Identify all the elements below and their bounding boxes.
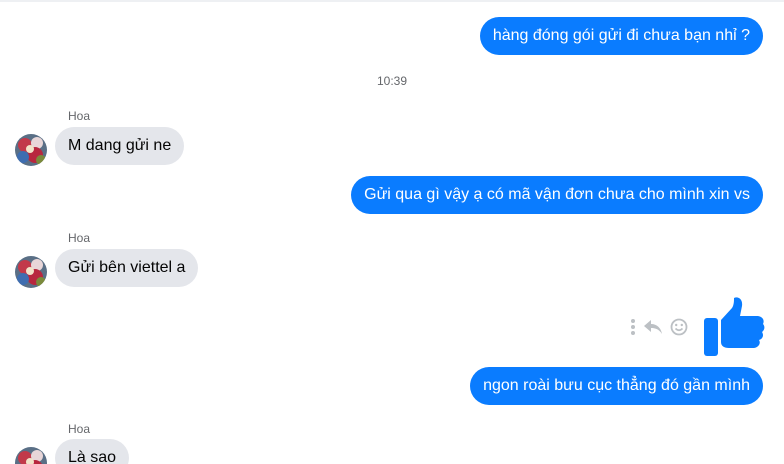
flower-avatar-image — [15, 134, 47, 166]
avatar[interactable] — [15, 134, 47, 166]
divider — [0, 0, 784, 2]
sender-name: Hoa — [68, 231, 91, 245]
message-bubble-outgoing[interactable]: hàng đóng gói gửi đi chưa bạn nhỉ ? — [479, 17, 763, 55]
message-thread: hàng đóng gói gửi đi chưa bạn nhỉ ? 10:3… — [0, 0, 784, 464]
flower-avatar-image — [15, 447, 47, 464]
sender-name: Hoa — [68, 422, 91, 436]
flower-avatar-image — [15, 256, 47, 288]
message-bubble-incoming[interactable]: M dang gửi ne — [55, 127, 185, 165]
message-bubble-outgoing[interactable]: Gửi qua gì vậy ạ có mã vận đơn chưa cho … — [351, 176, 763, 214]
thumbs-up-icon[interactable] — [702, 296, 766, 358]
message-timestamp: 10:39 — [376, 74, 408, 88]
message-bubble-incoming[interactable]: Gửi bên viettel a — [55, 249, 199, 287]
reply-icon[interactable] — [640, 316, 666, 338]
message-actions — [626, 316, 692, 338]
message-bubble-outgoing[interactable]: ngon roài bưu cục thẳng đó gần mình — [470, 367, 763, 405]
more-options-icon[interactable] — [626, 316, 640, 338]
react-emoji-icon[interactable] — [666, 316, 692, 338]
message-bubble-incoming[interactable]: Là sao — [55, 439, 130, 464]
sender-name: Hoa — [68, 109, 91, 123]
avatar[interactable] — [15, 256, 47, 288]
avatar[interactable] — [15, 447, 47, 464]
